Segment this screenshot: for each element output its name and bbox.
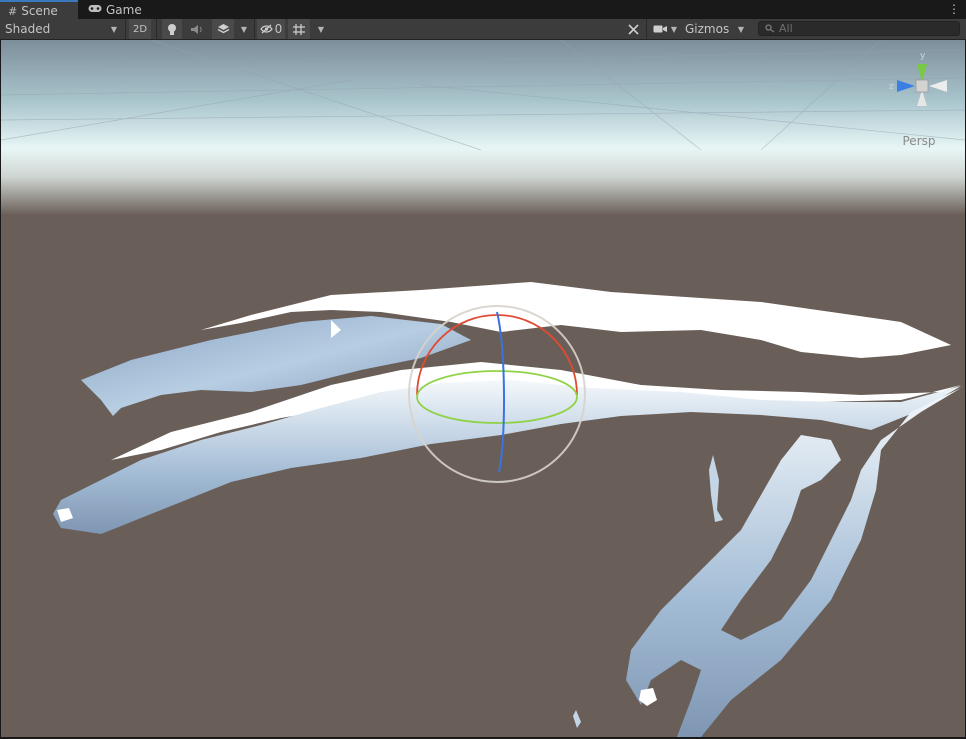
hidden-count: 0 [274, 22, 283, 36]
tab-game[interactable]: Game [80, 0, 150, 19]
projection-label[interactable]: Persp [890, 134, 948, 148]
grid-toggle-icon [293, 23, 305, 35]
chevron-down-icon: ▼ [110, 24, 117, 34]
gizmos-dropdown[interactable]: ▼ [733, 19, 749, 39]
gizmos-button[interactable]: Gizmos [683, 19, 731, 39]
grid-icon: # [8, 4, 18, 18]
toolbar-divider [156, 19, 157, 39]
y-axis-label: y [920, 51, 926, 61]
z-axis-label: z [889, 82, 894, 92]
toolbar-divider [254, 19, 255, 39]
toolbar-divider [646, 19, 647, 39]
gamepad-icon [88, 3, 102, 16]
scene-viewport[interactable]: y z Persp [1, 40, 965, 737]
search-placeholder: All [779, 22, 793, 35]
chevron-down-icon: ▼ [670, 24, 678, 34]
projection-cube[interactable] [915, 79, 929, 93]
scene-canvas [1, 40, 965, 737]
2d-toggle-label: 2D [132, 23, 148, 35]
grid-snapping-toggle[interactable] [288, 19, 310, 39]
hidden-objects-toggle[interactable]: 0 [257, 19, 285, 39]
2d-toggle-button[interactable]: 2D [129, 19, 151, 39]
speaker-icon [191, 24, 202, 34]
skybox [1, 40, 965, 215]
z-axis-cone[interactable] [897, 80, 915, 92]
grid-dropdown[interactable]: ▼ [313, 19, 329, 39]
shading-mode-label: Shaded [5, 22, 51, 36]
search-input[interactable]: All [758, 21, 960, 36]
tab-bar: # Scene Game ⋮ [0, 0, 966, 20]
camera-settings-dropdown[interactable]: ▼ [649, 19, 681, 39]
camera-icon [653, 25, 667, 33]
tools-button[interactable] [622, 19, 644, 39]
toolbar-divider [125, 19, 126, 39]
neg-x-axis-cone[interactable] [929, 80, 947, 92]
shading-mode-dropdown[interactable]: Shaded ▼ [0, 19, 122, 39]
audio-toggle-button[interactable] [186, 19, 208, 39]
eye-slash-icon [259, 24, 273, 34]
tab-scene-label: Scene [21, 4, 58, 18]
lightbulb-icon [168, 23, 176, 35]
more-options-icon[interactable]: ⋮ [948, 2, 960, 16]
orientation-gizmo[interactable]: y z [887, 46, 947, 126]
chevron-down-icon: ▼ [240, 24, 248, 34]
layers-icon [217, 24, 229, 34]
chevron-down-icon: ▼ [317, 24, 325, 34]
effects-dropdown[interactable]: ▼ [236, 19, 252, 39]
tab-scene[interactable]: # Scene [0, 0, 78, 20]
tab-game-label: Game [106, 2, 142, 17]
lighting-toggle-button[interactable] [162, 19, 182, 39]
scene-toolbar: Shaded ▼ 2D ▼ 0 ▼ ▼ Gizmos ▼ All [0, 19, 966, 40]
y-axis-cone[interactable] [917, 64, 927, 82]
gizmos-label: Gizmos [685, 22, 730, 36]
neg-y-axis-cone[interactable] [917, 90, 927, 106]
chevron-down-icon: ▼ [737, 24, 745, 34]
effects-toggle-button[interactable] [212, 19, 234, 39]
search-icon [765, 24, 775, 33]
wrench-icon [627, 23, 639, 35]
